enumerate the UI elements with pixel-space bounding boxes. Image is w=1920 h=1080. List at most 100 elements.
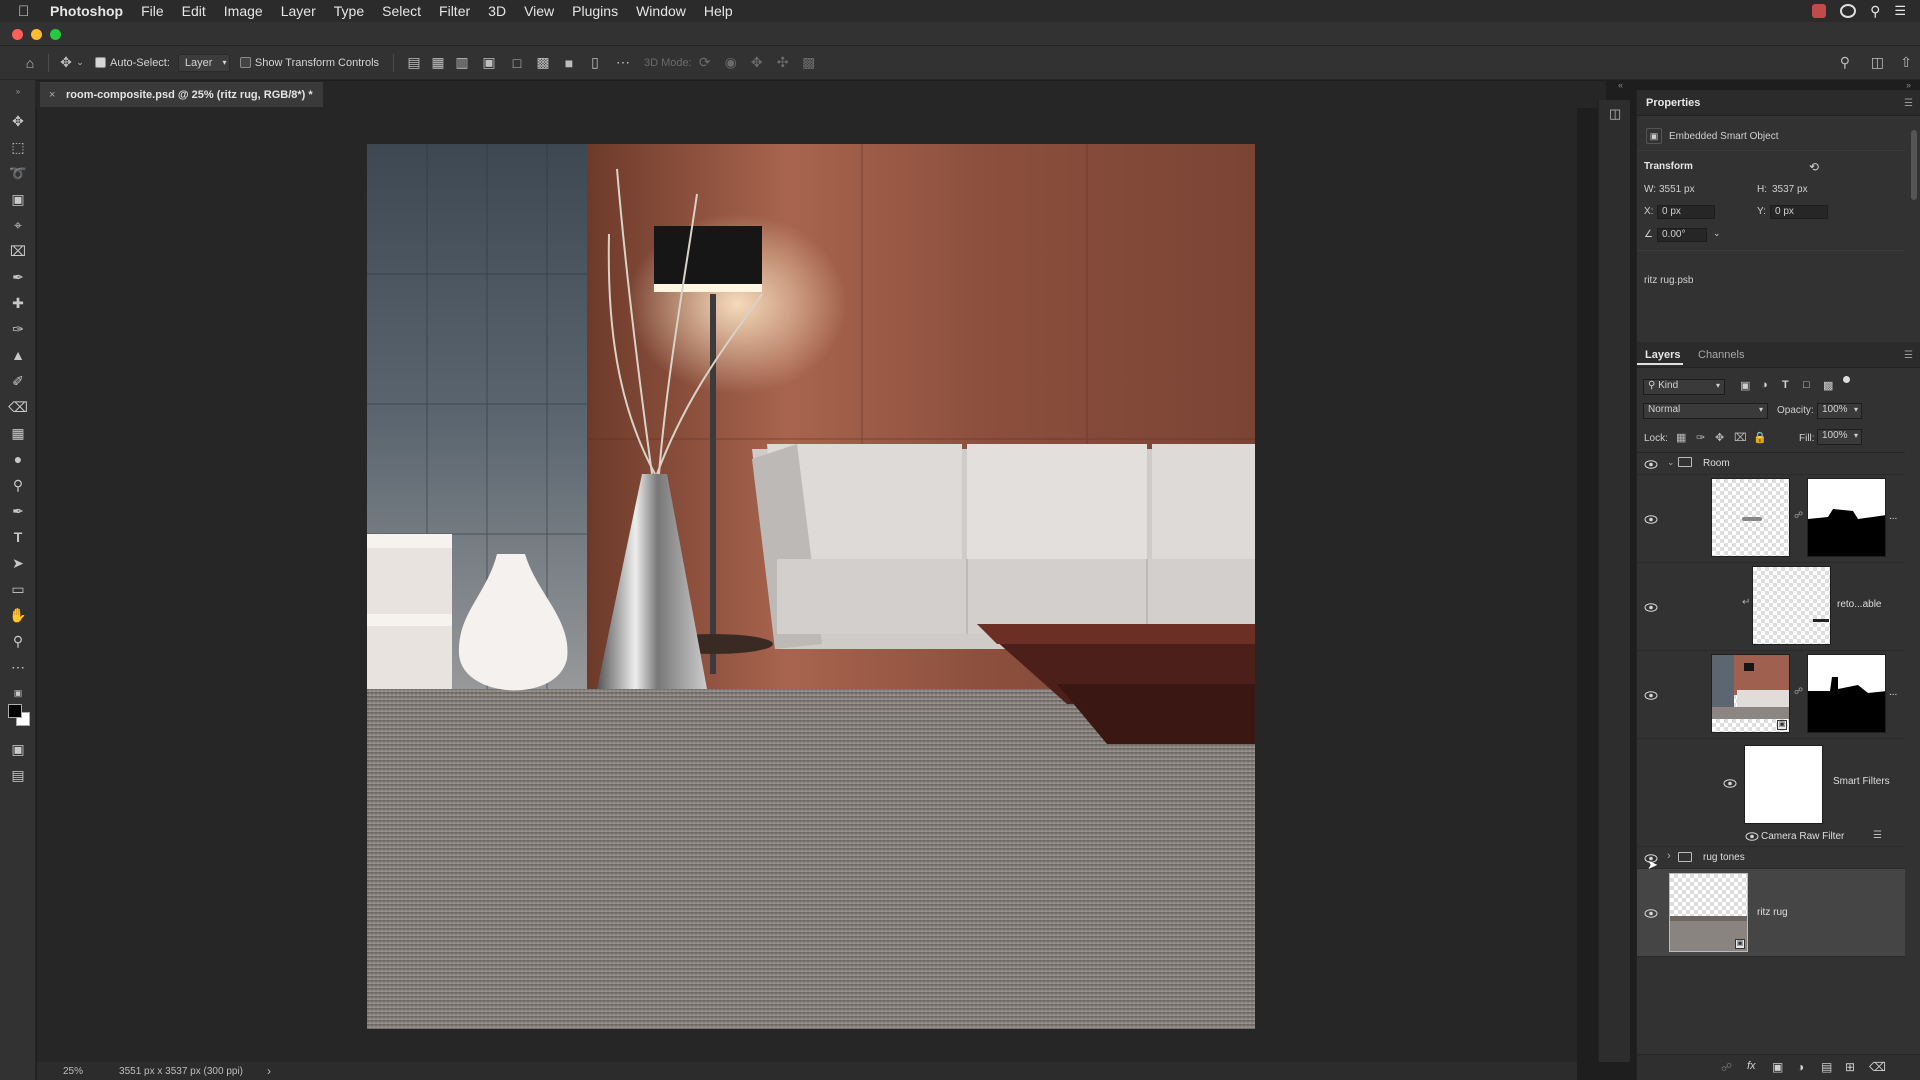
- quick-mask-icon[interactable]: ▣: [9, 740, 27, 758]
- pixel-layer-filter-icon[interactable]: ▣: [1740, 379, 1750, 392]
- hand-tool-icon[interactable]: ✋: [9, 606, 27, 624]
- layer-mask-thumbnail[interactable]: [1807, 478, 1886, 557]
- lasso-tool-icon[interactable]: ➰: [9, 164, 27, 182]
- layer-thumbnail[interactable]: [1711, 478, 1790, 557]
- width-value[interactable]: 3551 px: [1659, 184, 1695, 195]
- menu-type[interactable]: Type: [334, 3, 364, 19]
- align-left-icon[interactable]: ▤: [402, 54, 426, 71]
- menu-layer[interactable]: Layer: [281, 3, 316, 19]
- rectangle-tool-icon[interactable]: ▭: [9, 580, 27, 598]
- layer-name[interactable]: Camera Raw Filter: [1761, 831, 1844, 842]
- document-canvas-image[interactable]: [367, 144, 1255, 1029]
- align-bottom-icon[interactable]: ■: [556, 55, 582, 71]
- search-icon[interactable]: ⚲: [1840, 54, 1850, 71]
- layer-thumbnail[interactable]: ▣: [1711, 654, 1790, 733]
- chevron-down-icon[interactable]: ⌄: [75, 57, 85, 68]
- menu-edit[interactable]: Edit: [182, 3, 206, 19]
- close-window-button[interactable]: [12, 29, 23, 40]
- menu-view[interactable]: View: [524, 3, 554, 19]
- menu-image[interactable]: Image: [224, 3, 263, 19]
- link-icon[interactable]: ☍: [1794, 686, 1803, 697]
- layer-mask-thumbnail[interactable]: [1807, 654, 1886, 733]
- history-panel-icon[interactable]: ◫: [1609, 106, 1621, 122]
- spotlight-search-icon[interactable]: ⚲: [1870, 3, 1880, 20]
- creative-cloud-icon[interactable]: [1840, 4, 1857, 18]
- workspace-icon[interactable]: ◫: [1871, 54, 1884, 71]
- lock-artboard-icon[interactable]: ⌧: [1734, 431, 1747, 444]
- fill-field[interactable]: 100% ▾: [1817, 429, 1862, 445]
- properties-scrollbar[interactable]: [1911, 130, 1917, 200]
- layer-row-masked-layer[interactable]: ☍ ...: [1637, 475, 1905, 563]
- pen-tool-icon[interactable]: ✒: [9, 502, 27, 520]
- align-top-icon[interactable]: □: [504, 55, 530, 71]
- layer-row-smart-object-masked[interactable]: ▣ ☍ ...: [1637, 651, 1905, 739]
- control-center-icon[interactable]: ☰: [1894, 3, 1906, 19]
- minimize-window-button[interactable]: [31, 29, 42, 40]
- layer-row-smart-filters[interactable]: Smart Filters: [1637, 739, 1905, 827]
- lock-all-icon[interactable]: 🔒: [1753, 431, 1767, 444]
- trash-icon[interactable]: ⌫: [1869, 1060, 1886, 1074]
- home-icon[interactable]: ⌂: [20, 55, 40, 71]
- smart-object-filter-icon[interactable]: ▩: [1823, 379, 1833, 392]
- layer-row-room-group[interactable]: ⌄ Room: [1637, 453, 1905, 475]
- crop-tool-icon[interactable]: ⌖: [9, 216, 27, 234]
- layer-row-camera-raw-filter[interactable]: Camera Raw Filter ☰: [1637, 827, 1905, 847]
- tab-channels[interactable]: Channels: [1698, 349, 1744, 361]
- brush-tool-icon[interactable]: ✑: [9, 320, 27, 338]
- more-options-icon[interactable]: ⋯: [608, 54, 638, 71]
- layer-filter-select[interactable]: ⚲ Kind ▾: [1643, 379, 1725, 395]
- menu-select[interactable]: Select: [382, 3, 421, 19]
- panel-menu-icon[interactable]: ☰: [1904, 98, 1913, 109]
- move-tool-preset-icon[interactable]: ✥: [57, 54, 75, 71]
- chevron-right-icon[interactable]: ›: [1667, 850, 1671, 862]
- healing-brush-tool-icon[interactable]: ✚: [9, 294, 27, 312]
- menu-plugins[interactable]: Plugins: [572, 3, 618, 19]
- y-position-field[interactable]: 0 px: [1770, 205, 1828, 219]
- layer-name[interactable]: rug tones: [1703, 852, 1745, 863]
- move-tool-icon[interactable]: ✥: [9, 112, 27, 130]
- marquee-tool-icon[interactable]: ⬚: [9, 138, 27, 156]
- expand-panels-icon[interactable]: »: [1906, 80, 1911, 90]
- edit-toolbar-icon[interactable]: ⋯: [9, 658, 27, 676]
- clone-stamp-tool-icon[interactable]: ▲: [9, 346, 27, 364]
- link-icon[interactable]: ☍: [1794, 510, 1803, 521]
- type-tool-icon[interactable]: T: [9, 528, 27, 546]
- auto-select-target-select[interactable]: Layer ▾: [177, 53, 230, 72]
- opacity-field[interactable]: 100% ▾: [1817, 403, 1862, 419]
- zoom-tool-icon[interactable]: ⚲: [9, 632, 27, 650]
- show-transform-checkbox[interactable]: [239, 57, 255, 69]
- foreground-color-swatch[interactable]: [8, 704, 22, 718]
- layer-row-clipped-layer[interactable]: ↵ reto...able: [1637, 563, 1905, 651]
- align-middle-icon[interactable]: ▩: [530, 54, 556, 71]
- visibility-eye-icon[interactable]: [1644, 909, 1658, 918]
- layer-name[interactable]: ritz rug: [1757, 907, 1788, 918]
- fx-icon[interactable]: fx: [1747, 1060, 1756, 1072]
- layer-row-rug-tones-group[interactable]: › rug tones: [1637, 847, 1905, 869]
- visibility-eye-icon[interactable]: [1745, 832, 1759, 841]
- auto-select-checkbox[interactable]: [95, 57, 110, 69]
- document-tab[interactable]: × room-composite.psd @ 25% (ritz rug, RG…: [40, 82, 323, 107]
- zoom-level[interactable]: 25%: [63, 1066, 83, 1077]
- lock-transparent-pixels-icon[interactable]: ▦: [1676, 431, 1686, 444]
- align-center-icon[interactable]: ▦: [426, 54, 450, 71]
- zoom-window-button[interactable]: [50, 29, 61, 40]
- gradient-tool-icon[interactable]: ▦: [9, 424, 27, 442]
- visibility-eye-icon[interactable]: [1644, 460, 1658, 469]
- close-tab-icon[interactable]: ×: [49, 89, 55, 101]
- path-selection-tool-icon[interactable]: ➤: [9, 554, 27, 572]
- menu-window[interactable]: Window: [636, 3, 686, 19]
- visibility-eye-icon[interactable]: [1644, 603, 1658, 612]
- layer-name[interactable]: Room: [1703, 458, 1730, 469]
- shape-layer-filter-icon[interactable]: □: [1803, 379, 1810, 391]
- visibility-eye-icon[interactable]: [1644, 515, 1658, 524]
- menu-filter[interactable]: Filter: [439, 3, 470, 19]
- history-brush-tool-icon[interactable]: ✐: [9, 372, 27, 390]
- blur-tool-icon[interactable]: ●: [9, 450, 27, 468]
- collapse-panels-icon[interactable]: «: [1618, 80, 1623, 90]
- distribute-vertical-icon[interactable]: ▯: [582, 54, 608, 71]
- filter-toggle-icon[interactable]: [1843, 376, 1850, 383]
- filter-blending-options-icon[interactable]: ☰: [1873, 830, 1882, 841]
- angle-field[interactable]: 0.00°: [1657, 228, 1707, 242]
- layer-row-ritz-rug[interactable]: ▣ ritz rug: [1637, 869, 1905, 957]
- expand-toolbar-icon[interactable]: »: [9, 82, 27, 100]
